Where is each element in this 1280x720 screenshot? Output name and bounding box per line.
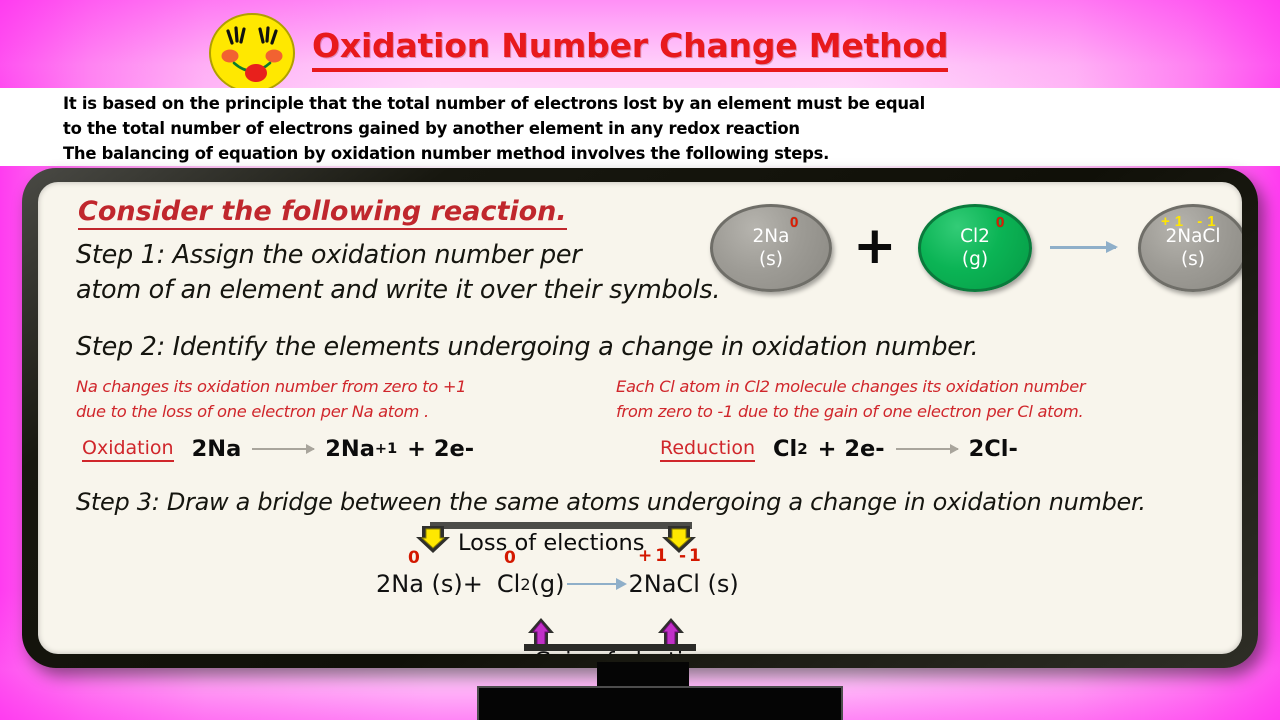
reaction-bubbles-group: 2Na (s) 0 + Cl2 (g) 0 2NaCl (s) +1 -1 <box>710 204 1242 304</box>
reduction-reactant-subscript: 2 <box>797 440 808 458</box>
bridge-product-sodium-chloride: 2NaCl (s) <box>628 570 739 598</box>
reduction-arrow-icon <box>895 444 959 454</box>
bridge-oxidation-numbers-product: +1 -1 <box>638 546 704 566</box>
header-band: Oxidation Number Change Method <box>0 0 1280 93</box>
oxidation-equation: 2Na 2Na +1 + 2e- <box>192 436 475 462</box>
reduction-electrons: + 2e- <box>817 436 885 462</box>
reduction-label: Reduction <box>660 437 755 462</box>
gain-of-electrons-label: Gain of elections <box>534 648 723 654</box>
monitor-bezel: Consider the following reaction. Step 1:… <box>22 168 1258 668</box>
reduction-product: 2Cl- <box>968 436 1018 462</box>
reaction-arrow-icon <box>1050 241 1118 252</box>
reduction-reactant: Cl <box>772 436 798 462</box>
note-sodium: Na changes its oxidation number from zer… <box>76 374 616 424</box>
consider-heading: Consider the following reaction. <box>78 196 567 230</box>
bridge-reactant-chlorine: Cl <box>496 570 521 598</box>
bridge-equation: 2Na (s)+ Cl 2 (g) 2NaCl (s) <box>376 570 739 598</box>
bubble-chlorine-formula: Cl2 <box>960 226 990 247</box>
bridge-reactant-sodium: 2Na (s)+ <box>376 570 483 598</box>
bubble-sodium-oxidation-number: 0 <box>790 214 799 231</box>
bridge-oxidation-number-sodium: 0 <box>408 548 420 568</box>
page-title: Oxidation Number Change Method <box>312 26 948 72</box>
step-3-text: Step 3: Draw a bridge between the same a… <box>76 488 1146 516</box>
intro-line-3: The balancing of equation by oxidation n… <box>63 144 830 163</box>
bubble-chlorine: Cl2 (g) <box>918 204 1032 292</box>
oxidation-half-reaction-row: Oxidation 2Na 2Na +1 + 2e- <box>82 436 474 462</box>
monitor-stand-base <box>477 686 843 720</box>
loss-arrow-down-left-icon <box>416 526 450 553</box>
note-chlorine: Each Cl atom in Cl2 molecule changes its… <box>616 374 1226 424</box>
monitor-screen: Consider the following reaction. Step 1:… <box>38 182 1242 654</box>
step-1-text: Step 1: Assign the oxidation number per … <box>76 238 736 308</box>
note-sodium-line-1: Na changes its oxidation number from zer… <box>76 377 467 396</box>
bridge-diagram: Loss of elections 2Na (s)+ Cl 2 (g) 2NaCl … <box>376 522 776 654</box>
oxidation-product: 2Na <box>325 436 375 462</box>
bridge-reactant-chlorine-subscript: 2 <box>520 574 531 594</box>
bubble-sodium: 2Na (s) <box>710 204 832 292</box>
bridge-reactant-chlorine-state: (g) <box>530 570 565 598</box>
intro-line-2: to the total number of electrons gained … <box>63 119 800 138</box>
bridge-oxidation-number-chlorine: 0 <box>504 548 516 568</box>
intro-line-1: It is based on the principle that the to… <box>63 94 925 113</box>
bubble-sodium-state: (s) <box>758 249 784 270</box>
step-1-line-1: Step 1: Assign the oxidation number per <box>76 240 582 270</box>
oxidation-label: Oxidation <box>82 437 174 462</box>
bridge-reaction-arrow-icon <box>566 578 627 589</box>
plus-sign: + <box>853 216 897 276</box>
intro-paragraph-block: It is based on the principle that the to… <box>0 88 1280 166</box>
oxidation-electrons: + 2e- <box>407 436 475 462</box>
reduction-half-reaction-row: Reduction Cl 2 + 2e- 2Cl- <box>660 436 1018 462</box>
reduction-equation: Cl 2 + 2e- 2Cl- <box>773 436 1018 462</box>
bubble-chlorine-state: (g) <box>961 249 989 270</box>
bubble-sodium-chloride-oxidation-numbers: +1 -1 <box>1161 213 1221 230</box>
oxidation-product-charge: +1 <box>374 441 398 457</box>
oxidation-arrow-icon <box>252 444 316 454</box>
step-2-text: Step 2: Identify the elements undergoing… <box>76 332 979 362</box>
bubble-sodium-formula: 2Na <box>752 226 790 247</box>
note-chlorine-line-1: Each Cl atom in Cl2 molecule changes its… <box>616 377 1086 396</box>
step-1-line-2: atom of an element and write it over the… <box>76 275 721 305</box>
loss-of-electrons-label: Loss of elections <box>458 530 645 556</box>
bubble-sodium-chloride-state: (s) <box>1180 249 1206 270</box>
smiley-face-icon <box>209 13 295 93</box>
note-chlorine-line-2: from zero to -1 due to the gain of one e… <box>616 402 1084 421</box>
note-sodium-line-2: due to the loss of one electron per Na a… <box>76 402 429 421</box>
oxidation-reactant: 2Na <box>191 436 242 462</box>
loss-bridge-bar <box>430 522 692 529</box>
bubble-chlorine-oxidation-number: 0 <box>996 214 1005 231</box>
